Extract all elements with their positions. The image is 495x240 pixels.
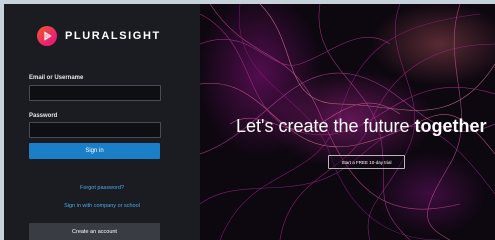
brand-logo: PLURALSIGHT — [37, 26, 161, 46]
password-field[interactable] — [29, 122, 161, 138]
company-sign-in-link[interactable]: Sign in with company or school — [4, 203, 200, 209]
screen-bezel: PLURALSIGHT Email or Username Password S… — [0, 0, 495, 240]
pluralsight-logo-icon — [37, 26, 57, 46]
login-panel: PLURALSIGHT Email or Username Password S… — [4, 4, 200, 240]
sign-in-button[interactable]: Sign in — [29, 143, 160, 159]
headline-bold-text: together — [414, 116, 487, 136]
headline-regular-text: Let's create the future — [236, 116, 415, 136]
password-label: Password — [29, 113, 58, 119]
create-account-button[interactable]: Create an account — [29, 223, 160, 240]
brand-name: PLURALSIGHT — [65, 30, 161, 42]
free-trial-button[interactable]: Start a FREE 10-day trial — [328, 155, 405, 169]
hero-panel: Let's create the future together Start a… — [200, 4, 495, 240]
email-label: Email or Username — [29, 75, 84, 81]
hero-headline: Let's create the future together — [236, 116, 487, 137]
browser-viewport: PLURALSIGHT Email or Username Password S… — [4, 4, 495, 240]
forgot-password-link[interactable]: Forgot password? — [4, 185, 200, 191]
email-field[interactable] — [29, 85, 161, 101]
